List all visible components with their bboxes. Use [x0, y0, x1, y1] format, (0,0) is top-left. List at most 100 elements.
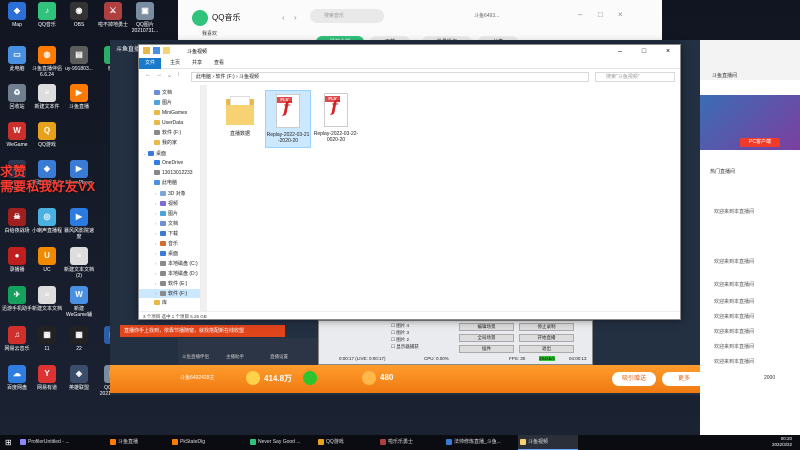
nav-item[interactable]: › 图片: [139, 209, 200, 218]
stop-record-button[interactable]: 停止录制: [519, 323, 574, 331]
nav-item[interactable]: 图片: [139, 99, 200, 108]
desktop-icon[interactable]: U UC: [32, 247, 62, 273]
live-banner[interactable]: 直播你手上找到，依靠节播随窗，就找搭配新在线收盟: [120, 325, 285, 337]
nav-item[interactable]: › 音乐: [139, 239, 200, 248]
desktop-icon[interactable]: ≡ 新建文本文档 (2): [64, 247, 94, 279]
maximize-icon[interactable]: □: [598, 10, 603, 19]
desktop-icon[interactable]: ♻ 回收站: [2, 84, 32, 110]
properties-icon[interactable]: [153, 47, 160, 54]
nav-item[interactable]: › 桌面: [139, 249, 200, 258]
desktop-icon[interactable]: ✈ 迅游手机助手: [2, 286, 32, 312]
flv-file-item[interactable]: FLV f Replay-2022-03-21-2020-20: [265, 90, 311, 148]
desktop-icon[interactable]: ◍ 斗鱼直播伴侣 6.6.24: [32, 46, 62, 78]
close-icon[interactable]: ×: [618, 10, 623, 19]
minimize-icon[interactable]: –: [578, 10, 582, 19]
desktop-icon[interactable]: ● 录播播: [2, 247, 32, 273]
nav-item[interactable]: 软件 (F:): [139, 129, 200, 138]
nav-item[interactable]: › 本地磁盘 (D:): [139, 269, 200, 278]
explorer-search-input[interactable]: 搜索"斗鱼视频": [595, 72, 675, 82]
gift-button[interactable]: 吸引赠送: [612, 372, 656, 386]
new-folder-icon[interactable]: [163, 47, 170, 54]
nav-item[interactable]: 文档: [139, 89, 200, 98]
taskbar-item[interactable]: PkStateDlg: [170, 435, 240, 450]
plugin-button[interactable]: 插件: [459, 345, 514, 353]
taskbar-item[interactable]: 斗鱼直播: [108, 435, 164, 450]
forward-arrow-icon[interactable]: ›: [294, 13, 297, 22]
nav-item[interactable]: › 3D 对象: [139, 189, 200, 198]
flv-file-item[interactable]: FLV f Replay-2022-03-22-0020-20: [313, 90, 359, 148]
desktop-icon[interactable]: ◎ 小喇声直播程: [32, 208, 62, 234]
tab-view[interactable]: 查看: [209, 58, 229, 69]
folder-item[interactable]: 直播数据: [217, 90, 263, 148]
taskbar-item[interactable]: 法帅修炼直播_斗鱼...: [444, 435, 512, 450]
global-scene-button[interactable]: 全局场景: [459, 334, 514, 342]
taskbar-item[interactable]: Never Say Good ...: [248, 435, 310, 450]
desktop-icon[interactable]: ≡ 新建文本文档: [32, 286, 62, 312]
tool-label[interactable]: 直播设置: [270, 354, 288, 360]
tool-label[interactable]: 主播助手: [226, 354, 244, 360]
forward-arrow-icon[interactable]: →: [156, 72, 162, 78]
desktop-icon[interactable]: ▣ QQ图片 20210731...: [130, 2, 160, 34]
chat-tab[interactable]: 热门直播间: [710, 168, 735, 175]
desktop-icon[interactable]: ▭ 此电脑: [2, 46, 32, 72]
tab-share[interactable]: 共享: [187, 58, 207, 69]
desktop-icon[interactable]: ♪ QQ音乐: [32, 2, 62, 28]
minimize-icon[interactable]: –: [609, 46, 631, 57]
desktop-icon[interactable]: ◆ Map: [2, 2, 32, 28]
nav-item[interactable]: › 软件 (F:): [139, 289, 200, 298]
nav-item[interactable]: OneDrive: [139, 159, 200, 168]
nav-item[interactable]: › 文档: [139, 219, 200, 228]
start-live-button[interactable]: 开始直播: [519, 334, 574, 342]
nav-item[interactable]: 我的家: [139, 139, 200, 148]
recent-dropdown-icon[interactable]: ⌄: [167, 72, 172, 79]
file-explorer-window[interactable]: 斗鱼视频 – □ × 文件 主页 共享 查看 ← → ⌄ ↑ 此电脑 › 软件 …: [138, 44, 681, 320]
taskbar-clock[interactable]: 00:20 2022/3/22: [772, 436, 792, 448]
desktop-icon[interactable]: ◉ OBS: [64, 2, 94, 28]
taskbar-item[interactable]: 斗鱼视频: [518, 435, 578, 450]
nav-item[interactable]: › 本地磁盘 (C:): [139, 259, 200, 268]
exit-button[interactable]: 退出: [519, 345, 574, 353]
nav-item[interactable]: UserData: [139, 119, 200, 128]
scene-checkbox[interactable]: ☐ 图片 2: [391, 337, 409, 343]
tab-file[interactable]: 文件: [139, 58, 161, 69]
start-button[interactable]: ⊞: [2, 435, 16, 450]
nav-item[interactable]: ⌄ 桌面: [139, 149, 200, 158]
desktop-icon[interactable]: ☁ 百度网盘: [2, 365, 32, 391]
maximize-icon[interactable]: □: [633, 46, 655, 57]
desktop-icon[interactable]: ▤ uy-991803...: [64, 46, 94, 72]
taskbar-item[interactable]: QQ游戏: [316, 435, 372, 450]
tab-home[interactable]: 主页: [165, 58, 185, 69]
chat-window[interactable]: 斗鱼直播间 PC客户端 热门直播间 欢迎来到本直播间 欢迎来到本直播间 欢迎来到本直…: [700, 40, 800, 435]
pc-client-badge[interactable]: PC客户端: [740, 138, 780, 147]
scene-checkbox[interactable]: ☐ 显示器捕获: [391, 344, 419, 350]
desktop-icon[interactable]: ♫ 网易云音乐: [2, 326, 32, 352]
qqmusic-user[interactable]: 斗鱼6493...: [474, 12, 499, 19]
desktop-icon[interactable]: ▦ 22: [64, 326, 94, 352]
qqmusic-my-favorites[interactable]: 我喜欢: [202, 30, 217, 37]
desktop-icon[interactable]: ▶ 暴风风影院速度: [64, 208, 94, 240]
taskbar-item[interactable]: 啦乐乐勇士: [378, 435, 438, 450]
desktop-icon[interactable]: W 新建WeGame辅: [64, 286, 94, 318]
back-arrow-icon[interactable]: ‹: [282, 13, 285, 22]
desktop-icon[interactable]: Y 网易有道: [32, 365, 62, 391]
desktop-icon[interactable]: ▦ 11: [32, 326, 62, 352]
nav-item[interactable]: 库: [139, 299, 200, 308]
desktop-icon[interactable]: ⚔ 啦不掉地勇士: [98, 2, 128, 28]
explorer-titlebar[interactable]: 斗鱼视频 – □ ×: [139, 45, 680, 58]
qqmusic-search-input[interactable]: 搜索音乐: [310, 9, 384, 23]
desktop-icon[interactable]: W WeGame: [2, 122, 32, 148]
nav-item[interactable]: › 下载: [139, 229, 200, 238]
nav-scrollbar[interactable]: [201, 85, 207, 311]
taskbar-item[interactable]: ProfilerUntitled - ...: [18, 435, 90, 450]
nav-item[interactable]: › 视频: [139, 199, 200, 208]
nav-item[interactable]: › 软件 (E:): [139, 279, 200, 288]
scene-checkbox[interactable]: ☐ 图片 3: [391, 330, 409, 336]
desktop-icon[interactable]: ☠ 白给夜战场: [2, 208, 32, 234]
desktop-icon[interactable]: ◈ 英雄联盟: [64, 365, 94, 391]
nav-item[interactable]: 13013012233: [139, 169, 200, 178]
up-arrow-icon[interactable]: ↑: [177, 72, 180, 78]
nav-item[interactable]: 此电脑: [139, 179, 200, 188]
desktop-icon[interactable]: Q QQ游戏: [32, 122, 62, 148]
address-path[interactable]: 此电脑 › 软件 (F:) › 斗鱼视频: [191, 72, 589, 82]
scene-checkbox[interactable]: ☐ 图片 4: [391, 323, 409, 329]
